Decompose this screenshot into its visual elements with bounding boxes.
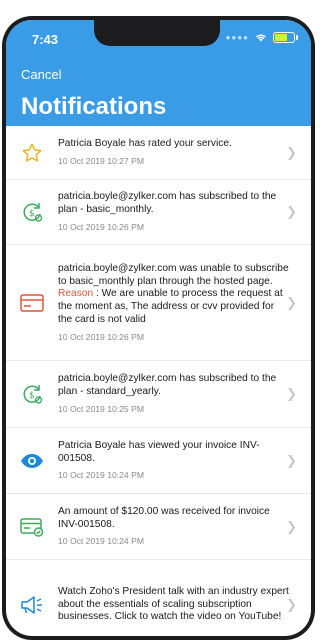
notification-date: 10 Oct 2019 10:27 PM: [58, 156, 144, 166]
page-title: Notifications: [21, 93, 167, 120]
chevron-right-icon: ❯: [286, 294, 297, 310]
chevron-right-icon: ❯: [286, 597, 297, 612]
header: 7:43 ●●●● Cancel Notifications: [6, 20, 311, 126]
notification-date: 10 Oct 2019 10:24 PM: [58, 470, 144, 481]
subscription-icon: $: [6, 382, 58, 406]
wifi-icon: [256, 34, 266, 42]
signal-icon: ●●●●: [225, 33, 249, 42]
app-screen: 7:43 ●●●● Cancel Notifications Patricia …: [6, 20, 311, 636]
notification-date: 10 Oct 2019 10:26 PM: [58, 331, 144, 342]
svg-text:$: $: [29, 209, 35, 219]
chevron-right-icon: ❯: [286, 452, 297, 468]
notification-date: 10 Oct 2019 10:25 PM: [58, 403, 144, 414]
eye-icon: [6, 453, 58, 469]
chevron-right-icon: ❯: [286, 204, 297, 219]
notification-text: Watch Zoho's President talk with an indu…: [58, 585, 289, 623]
notification-item[interactable]: An amount of $120.00 was received for in…: [6, 494, 311, 560]
notification-item[interactable]: Watch Zoho's President talk with an indu…: [6, 560, 311, 636]
chevron-right-icon: ❯: [286, 144, 297, 160]
notification-text: patricia.boyle@zylker.com was unable to …: [58, 262, 289, 287]
notification-item[interactable]: $ patricia.boyle@zylker.com has subscrib…: [6, 180, 311, 245]
cancel-button[interactable]: Cancel: [21, 67, 61, 82]
notification-date: 10 Oct 2019 10:26 PM: [58, 221, 144, 232]
notification-item[interactable]: $ patricia.boyle@zylker.com has subscrib…: [6, 361, 311, 428]
notch: [94, 20, 220, 46]
notification-text: Patricia Boyale has viewed your invoice …: [58, 439, 260, 464]
svg-text:$: $: [29, 391, 35, 401]
notification-reason: Reason : We are unable to process the re…: [58, 288, 289, 326]
notification-item[interactable]: Patricia Boyale has rated your service. …: [6, 126, 311, 180]
status-time: 7:43: [32, 32, 59, 47]
notification-date: 10 Oct 2019 10:24 PM: [58, 536, 144, 547]
notification-item[interactable]: patricia.boyle@zylker.com was unable to …: [6, 245, 311, 361]
status-icons: ●●●●: [225, 32, 298, 43]
notification-text: patricia.boyle@zylker.com has subscribed…: [58, 373, 277, 398]
chevron-right-icon: ❯: [286, 386, 297, 401]
notification-text: An amount of $120.00 was received for in…: [58, 505, 270, 530]
notification-text: Patricia Boyale has rated your service.: [58, 138, 232, 150]
notification-list: Patricia Boyale has rated your service. …: [6, 126, 311, 636]
phone-frame: 7:43 ●●●● Cancel Notifications Patricia …: [2, 16, 315, 640]
megaphone-icon: [6, 594, 58, 616]
card-icon: [6, 293, 58, 312]
payment-received-icon: [6, 517, 58, 537]
star-icon: [6, 142, 58, 164]
chevron-right-icon: ❯: [286, 518, 297, 534]
notification-item[interactable]: Patricia Boyale has viewed your invoice …: [6, 428, 311, 494]
subscription-icon: $: [6, 200, 58, 224]
reason-label: Reason: [58, 288, 94, 300]
notification-text: patricia.boyle@zylker.com has subscribed…: [58, 191, 277, 216]
battery-icon: [273, 32, 298, 43]
